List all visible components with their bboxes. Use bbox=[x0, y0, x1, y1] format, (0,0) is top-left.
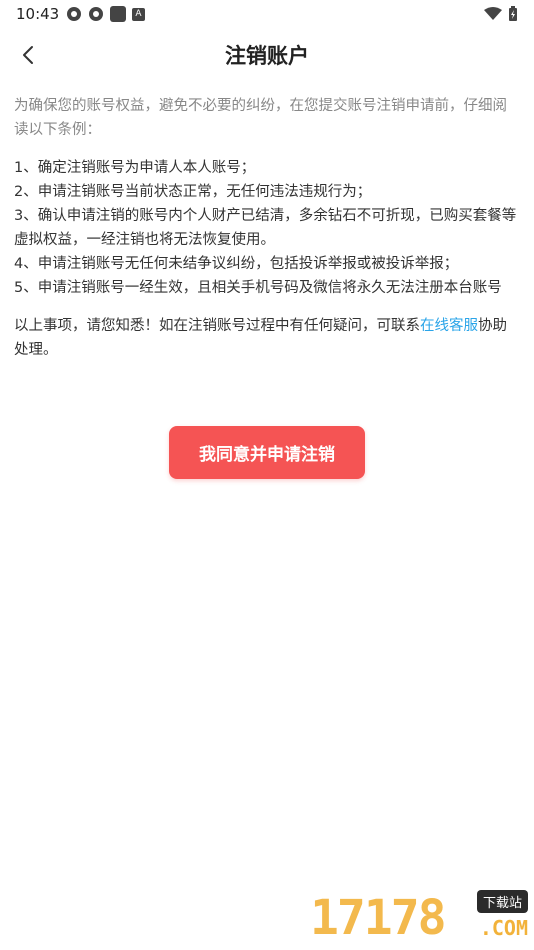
term-item: 5、申请注销账号一经生效，且相关手机号码及微信将永久无法注册本台账号 bbox=[14, 280, 502, 296]
term-item: 3、确认申请注销的账号内个人财产已结清，多余钻石不可折现，已购买套餐等虚拟权益，… bbox=[14, 208, 517, 248]
watermark-logo: 17178 下载站 .COM bbox=[310, 886, 532, 948]
watermark-badge: 下载站 bbox=[476, 890, 528, 913]
terms-list: 1、确定注销账号为申请人本人账号； 2、申请注销账号当前状态正常，无任何违法违规… bbox=[14, 156, 520, 300]
status-icons-right bbox=[484, 6, 518, 22]
agree-cancel-account-button[interactable]: 我同意并申请注销 bbox=[169, 426, 365, 479]
wifi-icon bbox=[484, 7, 502, 20]
battery-icon bbox=[509, 6, 517, 21]
contact-prefix: 以上事项，请您知悉！如在注销账号过程中有任何疑问，可联系 bbox=[14, 318, 420, 334]
status-time: 10:43 bbox=[16, 5, 60, 23]
notification-icon bbox=[67, 7, 81, 21]
watermark-domain: .COM bbox=[479, 916, 528, 940]
page-title: 注销账户 bbox=[225, 44, 309, 68]
app-icon bbox=[110, 6, 126, 22]
header: 注销账户 bbox=[0, 28, 534, 82]
content: 为确保您的账号权益，避免不必要的纠纷，在您提交账号注销申请前，仔细阅读以下条例：… bbox=[14, 94, 520, 362]
intro-text: 为确保您的账号权益，避免不必要的纠纷，在您提交账号注销申请前，仔细阅读以下条例： bbox=[14, 98, 507, 138]
term-item: 4、申请注销账号无任何未结争议纠纷，包括投诉举报或被投诉举报； bbox=[14, 256, 459, 272]
a-icon: A bbox=[132, 7, 145, 21]
watermark-number: 17178 bbox=[310, 890, 446, 946]
contact-text: 以上事项，请您知悉！如在注销账号过程中有任何疑问，可联系在线客服协助处理。 bbox=[14, 314, 520, 362]
online-service-link[interactable]: 在线客服 bbox=[420, 318, 478, 334]
status-icons-left: A bbox=[66, 6, 145, 22]
status-bar: 10:43 A bbox=[0, 0, 534, 28]
notification-icon bbox=[89, 7, 103, 21]
term-item: 1、确定注销账号为申请人本人账号； bbox=[14, 160, 256, 176]
term-item: 2、申请注销账号当前状态正常，无任何违法违规行为； bbox=[14, 184, 372, 200]
